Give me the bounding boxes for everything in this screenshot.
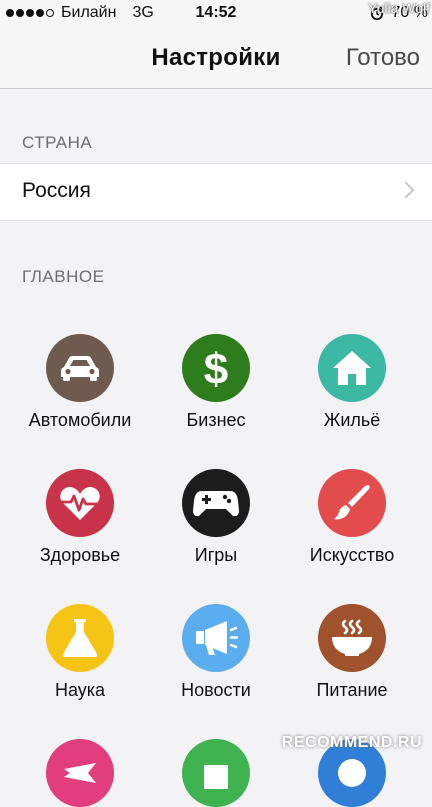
category-label: Здоровье	[39, 545, 121, 565]
house-icon	[333, 351, 371, 385]
category-partial[interactable]	[8, 739, 152, 807]
category-icon-circle	[46, 604, 114, 672]
category-icon-circle	[182, 469, 250, 537]
category-business[interactable]: $ Бизнес	[144, 334, 288, 431]
category-health[interactable]: Здоровье	[8, 469, 152, 566]
paintbrush-icon	[334, 485, 370, 520]
category-icon-circle	[318, 604, 386, 672]
category-science[interactable]: Наука	[8, 604, 152, 701]
category-news[interactable]: Новости	[144, 604, 288, 701]
author-watermark: Yulia Wolf	[368, 0, 430, 16]
category-label: Искусство	[309, 545, 395, 565]
top-bar: Билайн 3G 14:52 70 % Yulia Wolf Настройк…	[0, 0, 432, 89]
category-label: Новости	[181, 680, 251, 700]
chevron-right-icon	[397, 181, 415, 199]
category-icon-circle: $	[182, 334, 250, 402]
category-label: Автомобили	[28, 410, 132, 430]
category-label: Жильё	[323, 410, 381, 430]
status-bar: Билайн 3G 14:52 70 % Yulia Wolf	[0, 0, 432, 28]
svg-text:$: $	[204, 345, 228, 392]
heart-pulse-icon	[60, 487, 100, 520]
country-section-header: СТРАНА	[22, 133, 93, 152]
category-partial[interactable]	[144, 739, 288, 807]
category-games[interactable]: Игры	[144, 469, 288, 566]
flask-icon	[62, 619, 98, 657]
category-housing[interactable]: Жильё	[280, 334, 424, 431]
category-label: Бизнес	[186, 410, 246, 430]
category-label: Игры	[194, 545, 238, 565]
done-button[interactable]: Готово	[346, 44, 420, 72]
building-icon	[204, 765, 228, 789]
category-icon-circle	[318, 469, 386, 537]
category-label: Питание	[316, 680, 388, 700]
soccer-ball-icon	[338, 759, 366, 787]
dollar-icon: $	[204, 345, 228, 392]
country-row[interactable]: Россия	[0, 163, 432, 221]
category-cars[interactable]: Автомобили	[8, 334, 152, 431]
category-icon-circle	[182, 604, 250, 672]
airplane-icon	[64, 763, 96, 783]
main-section-header: ГЛАВНОЕ	[22, 267, 105, 286]
category-art[interactable]: Искусство	[280, 469, 424, 566]
soup-bowl-icon	[332, 619, 372, 656]
megaphone-icon	[196, 621, 239, 655]
category-label: Наука	[54, 680, 106, 700]
category-icon-circle	[46, 739, 114, 807]
country-value: Россия	[22, 179, 91, 202]
category-icon-circle	[46, 469, 114, 537]
gamepad-icon	[193, 491, 239, 517]
category-icon-circle	[182, 739, 250, 807]
site-watermark: RECOMMEND.RU	[281, 734, 422, 751]
category-icon-circle	[46, 334, 114, 402]
car-icon	[61, 356, 99, 381]
category-food[interactable]: Питание	[280, 604, 424, 701]
category-icon-circle	[318, 334, 386, 402]
